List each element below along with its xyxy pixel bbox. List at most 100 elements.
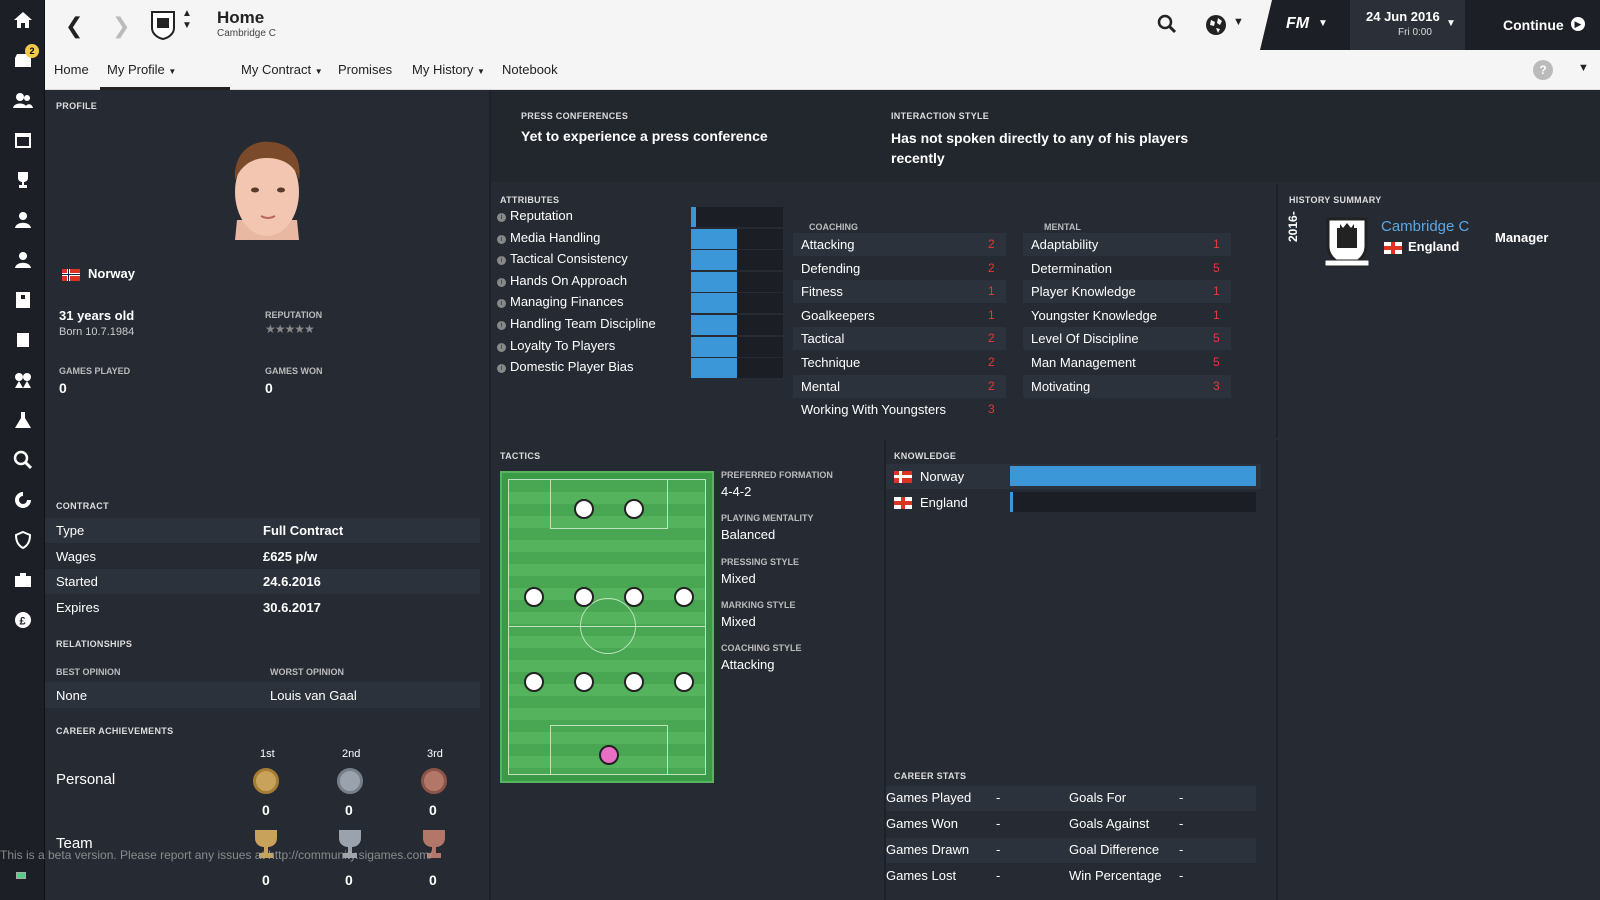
mental-value: 5 bbox=[1213, 260, 1220, 275]
player-marker[interactable] bbox=[574, 587, 594, 607]
player-marker[interactable] bbox=[524, 672, 544, 692]
reputation-label: REPUTATION bbox=[265, 310, 323, 320]
attribute-bar-fill bbox=[691, 271, 737, 292]
tab-promises[interactable]: Promises bbox=[338, 50, 392, 90]
home-icon[interactable] bbox=[0, 0, 45, 40]
continue-button[interactable]: Continue ▶ bbox=[1465, 0, 1600, 50]
tactics-label: COACHING STYLE bbox=[721, 643, 802, 654]
club-crest-icon[interactable] bbox=[150, 10, 176, 41]
player-marker[interactable] bbox=[574, 499, 594, 519]
money-icon[interactable]: £ bbox=[0, 600, 45, 640]
page-title: Home bbox=[217, 8, 265, 27]
player-marker[interactable] bbox=[624, 587, 644, 607]
info-icon[interactable]: i bbox=[497, 234, 506, 244]
player-marker[interactable] bbox=[674, 587, 694, 607]
tactics-label: PRESSING STYLE bbox=[721, 556, 800, 567]
coaching-row: Tactical 2 bbox=[793, 327, 1006, 351]
globe-icon[interactable] bbox=[1205, 14, 1227, 36]
tactics-pitch[interactable] bbox=[500, 471, 714, 783]
info-icon[interactable]: i bbox=[497, 342, 506, 352]
search-icon[interactable] bbox=[0, 440, 45, 480]
place-3rd-label: 3rd bbox=[427, 748, 443, 760]
attribute-name: Reputation bbox=[510, 208, 573, 223]
coaching-header: COACHING bbox=[809, 222, 858, 232]
coaching-value: 2 bbox=[988, 355, 995, 369]
chevron-down-icon: ▼ bbox=[314, 67, 323, 76]
mental-value: 1 bbox=[1213, 284, 1220, 299]
attribute-bar bbox=[691, 207, 783, 227]
contract-row: Wages £625 p/w bbox=[45, 544, 480, 569]
tab-my-profile[interactable]: My Profile ▼ bbox=[100, 50, 230, 90]
stat-value: - bbox=[1179, 842, 1184, 857]
birth-date: Born 10.7.1984 bbox=[59, 326, 135, 338]
player-marker[interactable] bbox=[524, 587, 544, 607]
player-marker[interactable] bbox=[674, 672, 694, 692]
fm-menu[interactable]: FM ▼ bbox=[1260, 0, 1350, 50]
info-icon[interactable]: i bbox=[497, 364, 506, 374]
stat-label: Games Lost bbox=[886, 868, 957, 883]
date-widget[interactable]: 24 Jun 2016 Fri 0:00 ▼ bbox=[1350, 0, 1465, 50]
contract-key: Expires bbox=[56, 599, 100, 615]
tab-notebook[interactable]: Notebook bbox=[502, 50, 558, 90]
player-marker[interactable] bbox=[624, 499, 644, 519]
tab-my-history[interactable]: My History ▼ bbox=[412, 50, 485, 90]
coaching-row: Working With Youngsters 3 bbox=[793, 398, 1006, 421]
search-top-icon[interactable] bbox=[1157, 14, 1177, 34]
u21-icon[interactable] bbox=[0, 200, 45, 240]
chevron-down-icon[interactable]: ▼ bbox=[1233, 16, 1244, 28]
coaching-value: 3 bbox=[988, 402, 995, 417]
coaching-value: 2 bbox=[988, 331, 995, 346]
inbox-count-badge: 2 bbox=[25, 44, 39, 58]
goalkeeper-marker[interactable] bbox=[599, 745, 619, 765]
info-icon[interactable]: i bbox=[497, 277, 506, 287]
top-penalty-box bbox=[550, 479, 668, 529]
staff-icon[interactable] bbox=[0, 280, 45, 320]
info-icon[interactable]: i bbox=[497, 213, 506, 222]
sub-navigation: Home My Profile ▼ My Contract ▼ Promises… bbox=[45, 50, 1600, 90]
crest-switch-icon[interactable]: ▲ ▼ bbox=[182, 8, 192, 32]
knowledge-bar bbox=[1010, 491, 1256, 512]
interaction-label: INTERACTION STYLE bbox=[891, 111, 990, 121]
coaching-row: Technique 2 bbox=[793, 351, 1006, 374]
mental-row: Adaptability 1 bbox=[1023, 233, 1231, 256]
mental-value: 5 bbox=[1213, 355, 1220, 369]
tab-home[interactable]: Home bbox=[54, 50, 89, 90]
reports-icon[interactable] bbox=[0, 320, 45, 360]
trophy-icon[interactable] bbox=[0, 160, 45, 200]
relationships-panel: RELATIONSHIPS BEST OPINION WORST OPINION… bbox=[45, 630, 489, 714]
history-club-link[interactable]: Cambridge C bbox=[1381, 218, 1469, 235]
help-icon[interactable]: ? bbox=[1533, 60, 1553, 80]
best-opinion-value: None bbox=[56, 688, 88, 703]
finance-icon[interactable] bbox=[0, 560, 45, 600]
tactics-value: Mixed bbox=[721, 613, 756, 629]
forward-icon[interactable]: ❯ bbox=[112, 13, 130, 39]
training-icon[interactable] bbox=[0, 400, 45, 440]
player-marker[interactable] bbox=[574, 672, 594, 692]
tab-my-contract[interactable]: My Contract ▼ bbox=[241, 50, 323, 90]
info-icon[interactable]: i bbox=[497, 299, 506, 309]
section-title: ATTRIBUTES bbox=[500, 195, 560, 205]
chevron-down-icon[interactable]: ▼ bbox=[1578, 62, 1589, 74]
press-text: Yet to experience a press conference bbox=[521, 128, 768, 144]
tactics-label: MARKING STYLE bbox=[721, 599, 796, 610]
info-icon[interactable]: i bbox=[497, 321, 506, 330]
worst-opinion-value[interactable]: Louis van Gaal bbox=[270, 688, 357, 703]
schedule-icon[interactable] bbox=[0, 120, 45, 160]
player-marker[interactable] bbox=[624, 672, 644, 692]
back-icon[interactable]: ❮ bbox=[65, 13, 83, 39]
history-role: Manager bbox=[1495, 230, 1549, 245]
divider bbox=[1276, 440, 1278, 900]
coaching-value: 2 bbox=[988, 378, 995, 393]
stat-label: Goals Against bbox=[1069, 816, 1150, 831]
transfers-icon[interactable] bbox=[0, 480, 45, 520]
gold-medal-icon bbox=[253, 768, 279, 794]
squad-icon[interactable] bbox=[0, 80, 45, 120]
continue-arrow-icon: ▶ bbox=[1571, 17, 1585, 31]
u18-icon[interactable] bbox=[0, 240, 45, 280]
info-icon[interactable]: i bbox=[497, 256, 506, 266]
mental-value: 5 bbox=[1213, 331, 1220, 346]
scouting-icon[interactable] bbox=[0, 360, 45, 400]
club-icon[interactable] bbox=[0, 520, 45, 560]
inbox-icon[interactable]: 2 bbox=[0, 40, 45, 80]
feedback-icon[interactable] bbox=[16, 872, 26, 879]
